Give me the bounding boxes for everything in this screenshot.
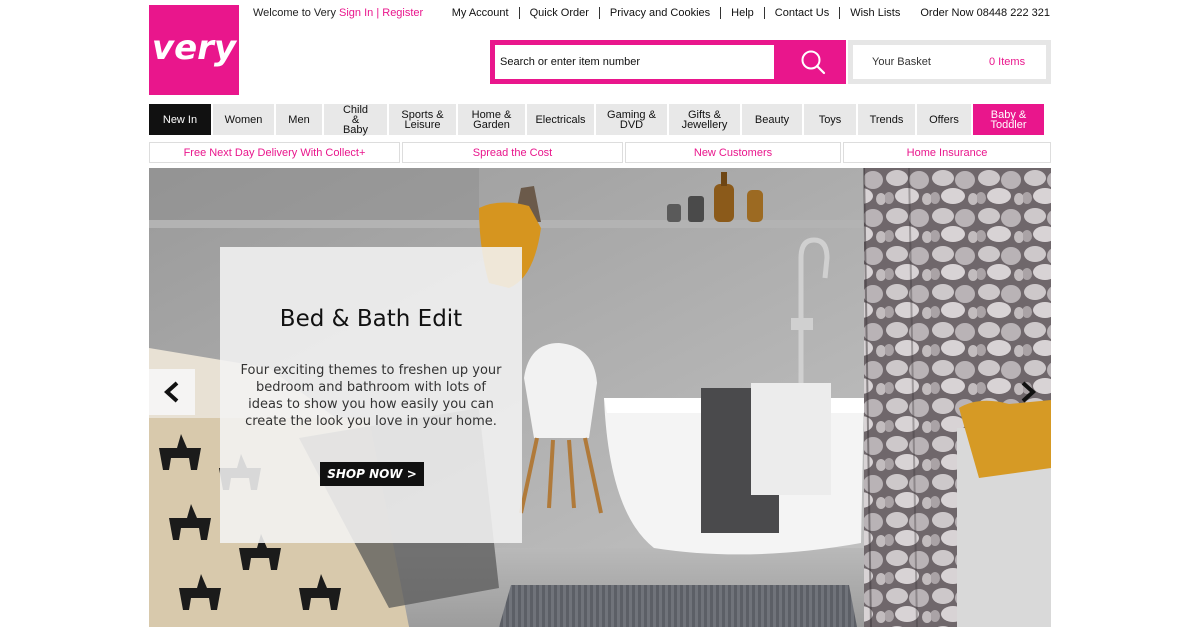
- contact-us-link[interactable]: Contact Us: [763, 7, 839, 19]
- logo-text: very: [152, 28, 238, 68]
- promo-home-insurance[interactable]: Home Insurance: [843, 142, 1051, 163]
- nav-offers[interactable]: Offers: [917, 104, 971, 135]
- welcome-message: Welcome to Very Sign In | Register: [253, 7, 423, 19]
- privacy-cookies-link[interactable]: Privacy and Cookies: [598, 7, 720, 19]
- nav-new-in[interactable]: New In: [149, 104, 211, 135]
- search-icon: [801, 50, 825, 75]
- nav-women[interactable]: Women: [213, 104, 274, 135]
- nav-sports-leisure[interactable]: Sports & Leisure: [389, 104, 456, 135]
- help-link[interactable]: Help: [720, 7, 764, 19]
- basket-label: Your Basket: [872, 56, 931, 68]
- top-links: My Account Quick Order Privacy and Cooki…: [442, 7, 1050, 19]
- register-link[interactable]: Register: [382, 7, 423, 19]
- nav-electricals[interactable]: Electricals: [527, 104, 594, 135]
- chevron-right-icon: [1021, 381, 1036, 403]
- very-logo-mark: very: [152, 28, 238, 68]
- nav-child-baby[interactable]: Child & Baby: [324, 104, 387, 135]
- hero-card: Bed & Bath Edit Four exciting themes to …: [220, 247, 522, 543]
- very-logo[interactable]: very: [149, 5, 239, 95]
- chevron-left-icon: [164, 381, 179, 403]
- nav-gifts-jewellery[interactable]: Gifts & Jewellery: [669, 104, 740, 135]
- carousel-prev-button[interactable]: [149, 369, 195, 415]
- nav-baby-toddler[interactable]: Baby & Toddler: [973, 104, 1044, 135]
- basket-box: Your Basket 0 Items: [853, 45, 1046, 79]
- hero-banner[interactable]: Bed & Bath Edit Four exciting themes to …: [149, 168, 1051, 627]
- nav-beauty[interactable]: Beauty: [742, 104, 802, 135]
- wish-lists-link[interactable]: Wish Lists: [839, 7, 910, 19]
- my-account-link[interactable]: My Account: [442, 7, 519, 19]
- hero-description: Four exciting themes to freshen up your …: [240, 363, 502, 429]
- main-nav: New In Women Men Child & Baby Sports & L…: [149, 104, 1051, 135]
- promo-free-delivery[interactable]: Free Next Day Delivery With Collect+: [149, 142, 400, 163]
- search-button[interactable]: [779, 40, 846, 84]
- nav-home-garden[interactable]: Home & Garden: [458, 104, 525, 135]
- nav-gaming-dvd[interactable]: Gaming & DVD: [596, 104, 667, 135]
- sign-in-link[interactable]: Sign In: [339, 7, 373, 19]
- link-separator: |: [376, 7, 380, 19]
- carousel-next-button[interactable]: [1005, 369, 1051, 415]
- quick-order-link[interactable]: Quick Order: [518, 7, 599, 19]
- search-bar: [490, 40, 846, 84]
- nav-trends[interactable]: Trends: [858, 104, 915, 135]
- nav-men[interactable]: Men: [276, 104, 322, 135]
- search-input[interactable]: [495, 45, 774, 79]
- basket-count: 0 Items: [989, 56, 1026, 68]
- shop-now-button[interactable]: SHOP NOW >: [320, 462, 424, 486]
- promo-spread-cost[interactable]: Spread the Cost: [402, 142, 623, 163]
- nav-toys[interactable]: Toys: [804, 104, 856, 135]
- basket[interactable]: Your Basket 0 Items: [848, 40, 1051, 84]
- promo-new-customers[interactable]: New Customers: [625, 142, 841, 163]
- order-phone: Order Now 08448 222 321: [920, 7, 1050, 19]
- hero-title: Bed & Bath Edit: [279, 306, 463, 332]
- promo-bar: Free Next Day Delivery With Collect+ Spr…: [149, 142, 1051, 163]
- welcome-text: Welcome to Very: [253, 7, 336, 19]
